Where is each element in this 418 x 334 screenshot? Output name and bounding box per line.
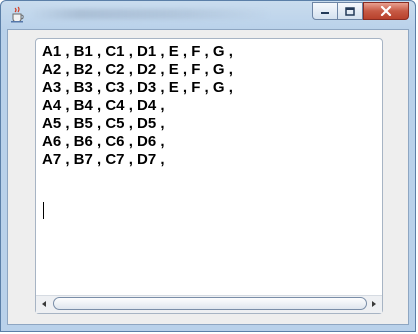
close-button[interactable] xyxy=(363,2,409,20)
maximize-icon xyxy=(345,6,355,16)
minimize-icon xyxy=(321,12,329,14)
scroll-right-button[interactable] xyxy=(366,296,382,312)
java-cup-icon xyxy=(11,6,24,23)
content-pane: A1 , B1 , C1 , D1 , E , F , G , A2 , B2 … xyxy=(7,29,409,325)
text-line: A2 , B2 , C2 , D2 , E , F , G , xyxy=(42,61,233,78)
text-line: A1 , B1 , C1 , D1 , E , F , G , xyxy=(42,43,233,60)
scroll-pane: A1 , B1 , C1 , D1 , E , F , G , A2 , B2 … xyxy=(35,38,383,314)
close-icon xyxy=(380,6,392,16)
scroll-left-button[interactable] xyxy=(36,296,52,312)
text-area[interactable]: A1 , B1 , C1 , D1 , E , F , G , A2 , B2 … xyxy=(36,39,382,296)
scrollbar-thumb[interactable] xyxy=(53,297,367,310)
arrow-left-icon xyxy=(42,301,46,307)
arrow-right-icon xyxy=(372,301,376,307)
horizontal-scrollbar[interactable] xyxy=(36,295,382,313)
title-bar[interactable] xyxy=(1,1,415,29)
minimize-button[interactable] xyxy=(312,2,338,20)
text-line: A4 , B4 , C4 , D4 , xyxy=(42,97,165,114)
window-title xyxy=(31,9,271,19)
text-line: A7 , B7 , C7 , D7 , xyxy=(42,151,165,168)
text-caret xyxy=(43,202,44,219)
text-line: A3 , B3 , C3 , D3 , E , F , G , xyxy=(42,79,233,96)
text-line: A6 , B6 , C6 , D6 , xyxy=(42,133,165,150)
app-window: A1 , B1 , C1 , D1 , E , F , G , A2 , B2 … xyxy=(0,0,416,332)
text-line: A5 , B5 , C5 , D5 , xyxy=(42,115,165,132)
maximize-button[interactable] xyxy=(338,2,363,20)
